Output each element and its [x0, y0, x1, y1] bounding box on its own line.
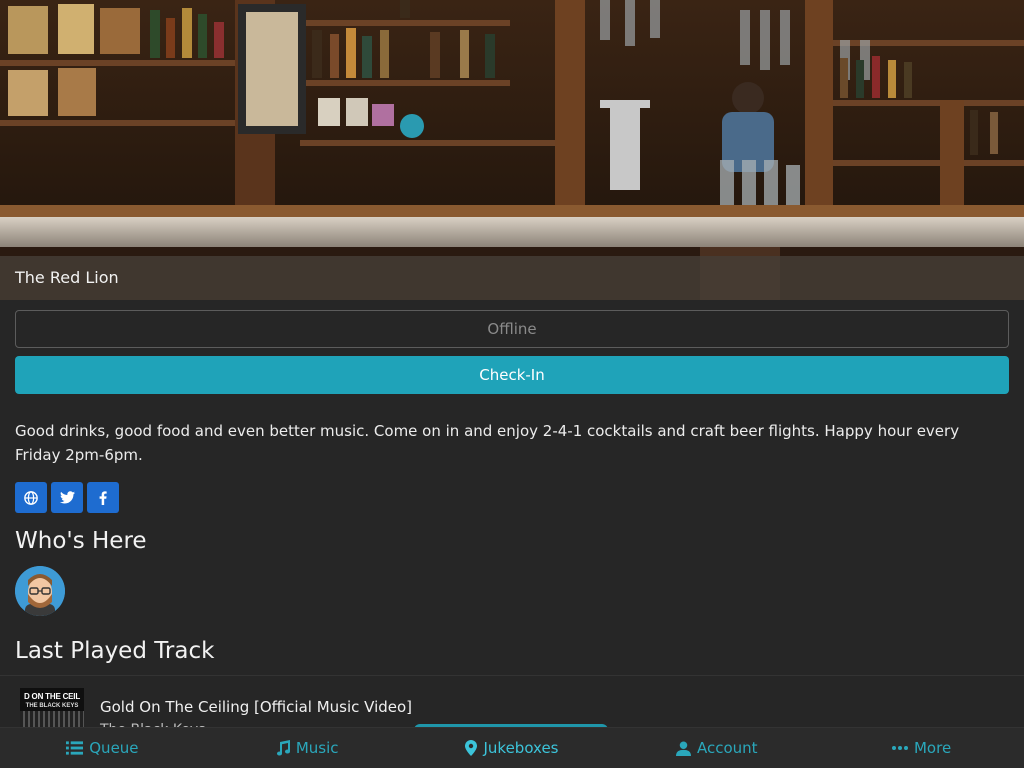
facebook-icon [99, 490, 107, 505]
twitter-button[interactable] [51, 482, 83, 513]
bar-photo-illustration [0, 0, 1024, 300]
facebook-button[interactable] [87, 482, 119, 513]
nav-music-label: Music [295, 739, 339, 757]
nav-more[interactable]: More [819, 728, 1024, 768]
album-art-artist: THE BLACK KEYS [25, 703, 79, 709]
last-played-heading: Last Played Track [15, 638, 215, 664]
section-divider [0, 675, 1024, 676]
album-art-title: D ON THE CEIL [23, 692, 81, 701]
nav-music[interactable]: Music [205, 728, 410, 768]
venue-name: The Red Lion [0, 256, 1024, 300]
nav-queue[interactable]: Queue [0, 728, 205, 768]
globe-icon [24, 490, 38, 505]
check-in-button[interactable]: Check-In [15, 356, 1009, 394]
social-links [15, 482, 121, 513]
whos-here-heading: Who's Here [15, 528, 147, 554]
venue-hero-image: The Red Lion [0, 0, 1024, 300]
album-art-texture [20, 711, 84, 728]
list-icon [66, 741, 84, 755]
nav-jukeboxes[interactable]: Jukeboxes [410, 728, 615, 768]
map-pin-icon [465, 740, 478, 756]
track-title: Gold On The Ceiling [Official Music Vide… [100, 698, 413, 716]
nav-account-label: Account [697, 739, 758, 757]
venue-status-field: Offline [15, 310, 1009, 348]
nav-more-label: More [913, 739, 952, 757]
user-icon [676, 740, 691, 756]
nav-jukeboxes-label: Jukeboxes [483, 739, 559, 757]
bottom-navigation: Queue Music Jukeboxes Account More [0, 727, 1024, 768]
album-art: D ON THE CEIL THE BLACK KEYS [20, 688, 84, 728]
twitter-icon [59, 491, 75, 504]
avatar[interactable] [15, 566, 65, 616]
nav-queue-label: Queue [89, 739, 139, 757]
ellipsis-icon [891, 746, 908, 750]
website-button[interactable] [15, 482, 47, 513]
music-note-icon [276, 740, 290, 756]
nav-account[interactable]: Account [614, 728, 819, 768]
venue-description: Good drinks, good food and even better m… [15, 422, 960, 464]
user-avatar-illustration [15, 566, 65, 616]
